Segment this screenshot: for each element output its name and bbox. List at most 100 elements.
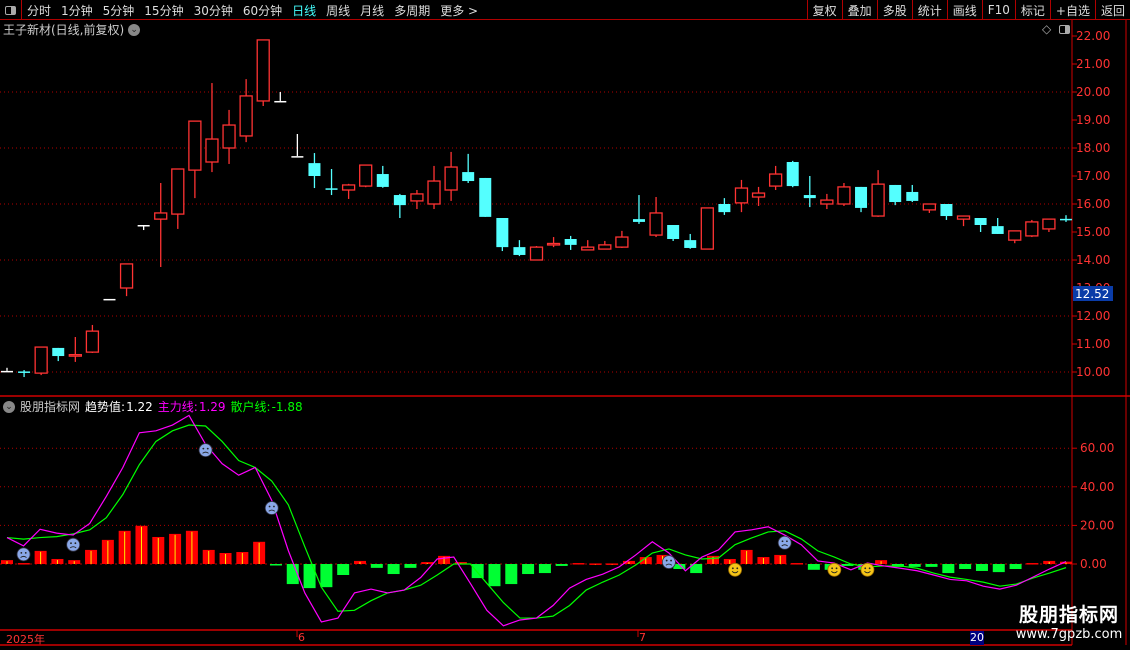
face-eye	[20, 551, 23, 554]
chevron-down-icon[interactable]: ⌄	[3, 400, 15, 413]
main-line-label: 主力线:	[157, 400, 198, 414]
retail-line-label: 散户线:	[230, 400, 271, 414]
trend-bar-down	[471, 564, 484, 579]
face-eye	[273, 505, 275, 508]
candle-body-down	[513, 247, 526, 255]
candle-body-down	[479, 177, 492, 217]
candle-doji	[274, 100, 287, 103]
face-eye	[736, 567, 739, 570]
candle-body-up	[1008, 230, 1022, 241]
trend-bar-down	[807, 564, 820, 570]
trend-bar-down	[555, 564, 568, 566]
price-axis-label: 12.00	[1076, 309, 1110, 323]
trend-bar-up	[17, 563, 30, 565]
candle-body-up	[171, 168, 185, 215]
candle-doji	[103, 298, 116, 301]
trend-bar-down	[387, 564, 400, 575]
candle-body-up	[188, 120, 202, 171]
trend-bar-down	[1009, 564, 1022, 570]
candle-body-up	[956, 215, 971, 220]
candle-body-up	[820, 199, 834, 205]
candle-body-up	[598, 244, 612, 250]
retail-line-value: -1.88	[271, 399, 303, 414]
candle-body-up	[427, 180, 441, 205]
candle-body-up	[68, 353, 82, 357]
face-eye	[831, 567, 834, 570]
candle-body-down	[308, 163, 321, 176]
face-eye	[781, 540, 784, 543]
candle-body-up	[649, 212, 663, 236]
face-eye	[670, 559, 672, 562]
main-line	[6, 414, 1067, 627]
candle-body-up	[768, 173, 783, 187]
candle-body-up	[154, 212, 168, 220]
candle-body-down	[889, 184, 902, 203]
sad-face-icon	[66, 537, 81, 552]
price-axis-label: 11.00	[1076, 337, 1110, 351]
candle-body-down	[376, 174, 389, 187]
candle-body-up	[239, 95, 253, 137]
candle-body-up	[700, 207, 714, 250]
x-cursor-label: 20	[970, 631, 984, 645]
candle-body-down	[496, 218, 509, 248]
trend-bar-down	[925, 564, 938, 567]
smiley-icon	[728, 562, 742, 577]
price-axis-label: 22.00	[1076, 29, 1110, 43]
indicator-axis-label: 0.00	[1080, 557, 1107, 571]
indicator-axis-label: 60.00	[1080, 441, 1114, 455]
candle-doji	[291, 156, 304, 158]
trend-bar-down	[370, 564, 383, 568]
indicator-axis-label: 40.00	[1080, 480, 1114, 494]
trend-bar-down	[992, 564, 1005, 573]
trend-bar-up	[791, 563, 804, 565]
face-eye	[835, 567, 838, 570]
x-label-july: 7	[639, 631, 646, 644]
price-axis-label: 18.00	[1076, 141, 1110, 155]
candle-body-down	[940, 204, 953, 217]
candle-body-up	[119, 263, 134, 289]
price-axis-label: 17.00	[1076, 169, 1110, 183]
candle-body-down	[462, 172, 475, 182]
candle-body-down	[393, 195, 406, 206]
candle-body-down	[684, 240, 697, 248]
main-line-value: 1.29	[198, 399, 226, 414]
price-axis-label: 10.00	[1076, 365, 1110, 379]
smiley-icon	[827, 562, 842, 577]
watermark: 股朋指标网 www.7gpzb.com	[1008, 600, 1130, 642]
trend-bar-down	[908, 564, 921, 567]
chart-canvas[interactable]: 22.00 21.00 20.00 19.00 18.00 17.00 16.00 15.00…	[0, 0, 1130, 650]
candle-body-down	[906, 191, 919, 201]
candle-body-down	[325, 188, 338, 190]
candle-body-up	[615, 236, 629, 248]
candle-body-down	[803, 195, 816, 199]
candle-body-up	[205, 138, 219, 163]
candle-body-up	[34, 346, 48, 374]
trend-bar-up	[572, 563, 585, 565]
current-price-text: 12.52	[1075, 287, 1109, 301]
candle-body-down	[564, 239, 577, 245]
retail-line	[6, 424, 1067, 619]
candle-body-up	[529, 246, 544, 261]
face-eye	[665, 559, 668, 562]
x-label-year: 2025年	[6, 633, 45, 646]
sad-face-icon	[264, 501, 279, 515]
trend-bar-down	[404, 564, 417, 568]
indicator-axis-label: 20.00	[1080, 518, 1114, 532]
trend-label: 趋势值:	[85, 400, 126, 414]
sad-face-icon	[661, 555, 676, 569]
face-eye	[868, 567, 871, 570]
price-axis-label: 19.00	[1076, 113, 1110, 127]
sad-face-icon	[16, 547, 31, 562]
price-axis-label: 15.00	[1076, 225, 1110, 239]
candle-body-down	[786, 162, 799, 187]
trend-bar-down	[320, 564, 333, 588]
candle-body-down	[667, 225, 680, 239]
candle-body-down	[974, 218, 987, 225]
price-axis-label: 20.00	[1076, 85, 1110, 99]
candle-body-down	[855, 186, 868, 208]
price-axis-label: 14.00	[1076, 253, 1110, 267]
face-eye	[206, 447, 209, 450]
candle-body-up	[444, 166, 458, 191]
candle-body-up	[837, 186, 851, 205]
trend-value: 1.22	[126, 399, 153, 414]
